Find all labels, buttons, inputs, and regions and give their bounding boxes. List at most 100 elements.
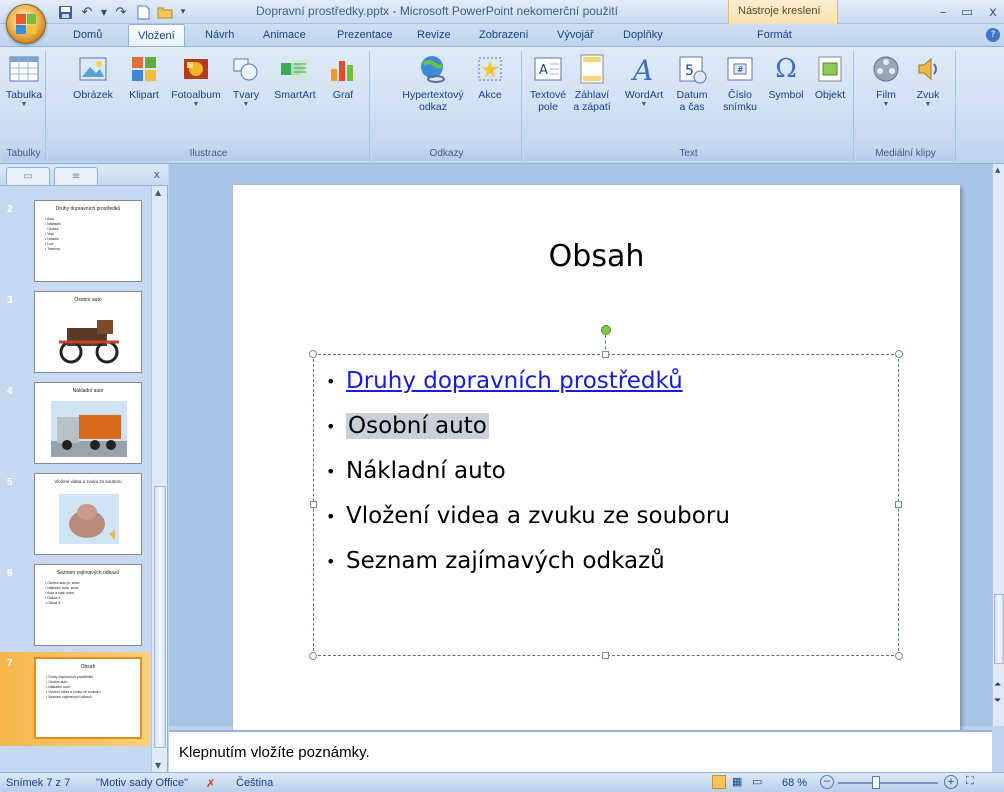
movie-button[interactable]: Film ▼	[868, 53, 904, 109]
tab-domu[interactable]: Domů	[64, 24, 111, 46]
list-item[interactable]: • Vložení videa a zvuku ze souboru	[326, 494, 730, 539]
resize-handle-bottom-left[interactable]	[309, 652, 317, 660]
vintage-car-image	[59, 320, 119, 364]
table-button[interactable]: Tabulka ▼	[4, 53, 44, 109]
resize-handle-top-left[interactable]	[309, 350, 317, 358]
group-odkazy: Hypertextový odkaz Akce Odkazy	[372, 51, 522, 161]
resize-handle-bottom-right[interactable]	[895, 652, 903, 660]
next-slide-icon[interactable]: ⏷	[994, 696, 1001, 706]
tab-vyvojar[interactable]: Vývojář	[548, 24, 603, 46]
shapes-button[interactable]: Tvary ▼	[228, 53, 264, 109]
slide-thumbnail-7[interactable]: 7 Obsah • Druhy dopravních prostředků • O…	[0, 652, 150, 746]
save-icon[interactable]	[56, 3, 74, 21]
slide-thumbnail-6[interactable]: 6 Seznam zajímavých odkazů • Osobní auto…	[0, 562, 150, 650]
scrollbar-thumb[interactable]	[994, 594, 1004, 664]
scroll-down-icon[interactable]: ▼	[155, 761, 161, 770]
tab-animace[interactable]: Animace	[254, 24, 315, 46]
previous-slide-icon[interactable]: ⏶	[994, 680, 1001, 690]
resize-handle-top[interactable]	[602, 351, 609, 358]
main-vertical-scrollbar[interactable]: ▲ ⏶ ⏷	[992, 164, 1004, 726]
close-icon[interactable]: x	[153, 168, 160, 181]
object-button[interactable]: Objekt	[810, 53, 850, 101]
close-icon[interactable]: x	[984, 3, 1002, 21]
tab-prezentace[interactable]: Prezentace	[328, 24, 402, 46]
slide-number-icon: #	[724, 53, 756, 85]
dropdown-arrow-icon: ▼	[640, 101, 648, 108]
selected-text[interactable]: Osobní auto	[346, 413, 489, 439]
language-indicator[interactable]: Čeština	[236, 777, 273, 789]
resize-handle-bottom[interactable]	[602, 652, 609, 659]
zoom-slider-thumb[interactable]	[872, 776, 880, 789]
scroll-up-icon[interactable]: ▲	[155, 188, 161, 197]
tab-navrh[interactable]: Návrh	[196, 24, 243, 46]
undo-icon[interactable]: ↶	[78, 3, 96, 21]
hyperlink[interactable]: Druhy dopravních prostředků	[346, 368, 683, 394]
outline-tab-icon[interactable]: ≡	[54, 167, 98, 185]
list-item[interactable]: • Nákladní auto	[326, 449, 730, 494]
slide-thumbnail-3[interactable]: 3 Osobní auto	[0, 289, 150, 377]
spellcheck-icon[interactable]: ✗	[206, 777, 215, 790]
slide-sorter-icon[interactable]: ▦	[732, 775, 742, 788]
tab-format[interactable]: Formát	[748, 24, 801, 46]
slide-thumbnail-2[interactable]: 2 Druhy dopravních prostředků • Auto - N…	[0, 198, 150, 286]
zoom-level[interactable]: 68 %	[782, 777, 807, 789]
slide-number-button[interactable]: # Číslo snímku	[720, 53, 760, 113]
symbol-button[interactable]: Ω Symbol	[766, 53, 806, 101]
list-item[interactable]: • Osobní auto	[326, 404, 730, 449]
slide-show-icon[interactable]: ▭	[752, 775, 762, 788]
zoom-out-icon[interactable]: –	[820, 775, 834, 789]
new-document-icon[interactable]	[134, 3, 152, 21]
contextual-tab-title: Nástroje kreslení	[738, 5, 821, 17]
resize-handle-top-right[interactable]	[895, 350, 903, 358]
current-slide[interactable]: Obsah • Druhy dopravních prostředků • Osob…	[233, 185, 960, 740]
rotation-handle[interactable]	[601, 325, 611, 335]
notes-placeholder[interactable]: Klepnutím vložíte poznámky.	[179, 744, 370, 761]
sound-button[interactable]: Zvuk ▼	[910, 53, 946, 109]
zoom-slider[interactable]	[838, 782, 938, 784]
window-title: Dopravní prostředky.pptx - Microsoft Pow…	[256, 4, 618, 18]
list-item[interactable]: • Seznam zajímavých odkazů	[326, 539, 730, 584]
slide-editing-area: Obsah • Druhy dopravních prostředků • Osob…	[169, 164, 992, 740]
scrollbar-thumb[interactable]	[154, 486, 166, 748]
notes-pane[interactable]: Klepnutím vložíte poznámky.	[169, 730, 992, 772]
slides-pane-scrollbar[interactable]: ▲ ▼	[151, 186, 167, 772]
slide-thumbnail-4[interactable]: 4 Nákladní auto	[0, 380, 150, 468]
date-time-button[interactable]: 5 Datum a čas	[672, 53, 712, 113]
zoom-in-icon[interactable]: +	[944, 775, 958, 789]
slide-thumbnail-5[interactable]: 5 Vložení videa a zvuku ze souboru	[0, 471, 150, 559]
clipart-icon	[128, 53, 160, 85]
slide-title[interactable]: Obsah	[233, 239, 960, 274]
tab-doplnky[interactable]: Doplňky	[614, 24, 672, 46]
tab-revize[interactable]: Revize	[408, 24, 460, 46]
maximize-icon[interactable]: ▭	[958, 3, 976, 21]
dropdown-arrow-icon[interactable]: ▼	[100, 3, 108, 21]
picture-icon	[77, 53, 109, 85]
photo-album-button[interactable]: Fotoalbum ▼	[168, 53, 224, 109]
clipart-button[interactable]: Klipart	[124, 53, 164, 101]
help-icon[interactable]: ?	[986, 28, 1000, 42]
hyperlink-button[interactable]: Hypertextový odkaz	[398, 53, 468, 113]
wordart-icon: A	[628, 53, 660, 85]
fit-to-window-icon[interactable]: ⛶	[966, 775, 974, 788]
tab-zobrazeni[interactable]: Zobrazení	[470, 24, 538, 46]
resize-handle-left[interactable]	[310, 501, 317, 508]
scroll-up-icon[interactable]: ▲	[995, 166, 1000, 174]
picture-button[interactable]: Obrázek	[70, 53, 116, 101]
office-button[interactable]	[6, 4, 46, 44]
wordart-button[interactable]: A WordArt ▼	[620, 53, 668, 109]
textbox-button[interactable]: A Textové pole	[528, 53, 568, 113]
slides-tab-icon[interactable]: ▭	[6, 167, 50, 185]
tab-vlozeni[interactable]: Vložení	[128, 24, 185, 47]
list-item[interactable]: • Druhy dopravních prostředků	[326, 359, 730, 404]
open-folder-icon[interactable]	[156, 3, 174, 21]
resize-handle-right[interactable]	[895, 501, 902, 508]
chart-button[interactable]: Graf	[326, 53, 360, 101]
redo-icon[interactable]: ↷	[112, 3, 130, 21]
normal-view-icon[interactable]	[712, 775, 726, 789]
content-textbox[interactable]: • Druhy dopravních prostředků • Osobní aut…	[309, 325, 903, 660]
customize-qat-icon[interactable]: ▾	[178, 3, 188, 21]
minimize-icon[interactable]: –	[934, 3, 952, 21]
header-footer-button[interactable]: Záhlaví a zápatí	[570, 53, 614, 113]
action-button[interactable]: Akce	[472, 53, 508, 101]
smartart-button[interactable]: SmartArt	[270, 53, 320, 101]
